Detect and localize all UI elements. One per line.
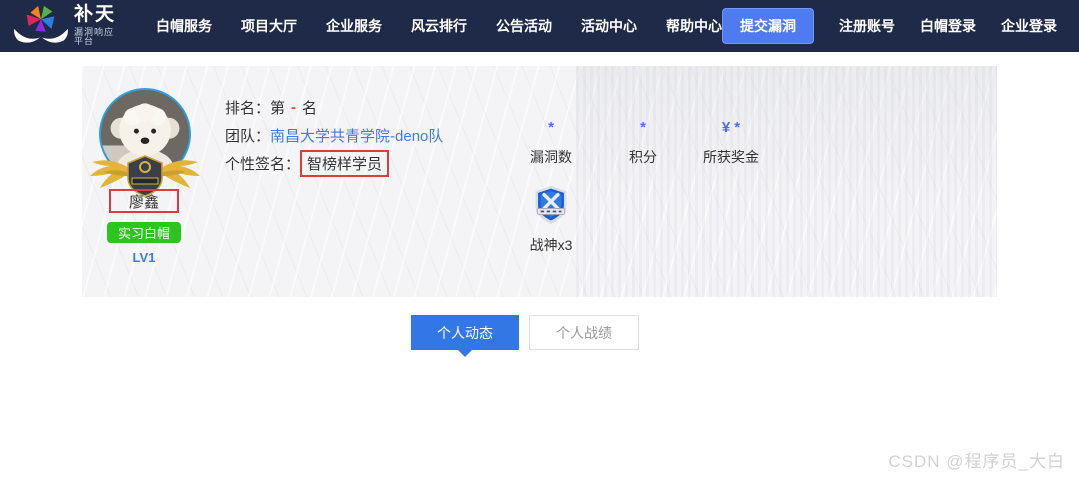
rank-value: - — [291, 98, 297, 116]
nav-item-announcements[interactable]: 公告活动 — [496, 16, 552, 36]
user-name: 廖鑫 — [109, 189, 179, 213]
nav-item-enterprise-services[interactable]: 企业服务 — [326, 16, 382, 36]
city-background-texture — [576, 66, 997, 297]
tab-personal-activity[interactable]: 个人动态 — [411, 315, 519, 350]
rank-suffix: 名 — [302, 99, 318, 117]
logo-subtitle: 漏洞响应平台 — [74, 26, 115, 47]
nav-item-help-center[interactable]: 帮助中心 — [666, 16, 722, 36]
nav-item-whitehat-services[interactable]: 白帽服务 — [156, 16, 212, 36]
tab-personal-record[interactable]: 个人战绩 — [529, 315, 639, 350]
rank-prefix: 第 — [270, 99, 286, 117]
stat-vulnerability-label: 漏洞数 — [530, 149, 572, 165]
team-label: 团队： — [225, 127, 271, 145]
signature-value: 智榜样学员 — [300, 149, 390, 177]
profile-card: 廖鑫 实习白帽 LV1 排名： 第 - 名 团队： 南昌大学共青学院-deno队… — [82, 66, 997, 297]
role-badge-intern-whitehat[interactable]: 实习白帽 — [107, 222, 181, 243]
main-nav: 白帽服务 项目大厅 企业服务 风云排行 公告活动 活动中心 帮助中心 — [156, 16, 722, 36]
stat-points-label: 积分 — [629, 149, 657, 165]
team-link[interactable]: 南昌大学共青学院-deno队 — [270, 125, 443, 146]
nav-item-activity-center[interactable]: 活动中心 — [581, 16, 637, 36]
stat-bounty-value: ¥ * — [685, 119, 777, 137]
stat-bounty-asterisk: * — [734, 119, 741, 136]
user-level: LV1 — [132, 250, 156, 265]
butian-logo[interactable]: 补天 漏洞响应平台 — [12, 4, 116, 48]
war-god-shield-badge-icon — [535, 186, 567, 224]
csdn-watermark: CSDN @程序员_大白 — [888, 452, 1065, 471]
yuan-currency-symbol: ¥ — [721, 119, 731, 136]
stat-vulnerability-value: * — [548, 119, 554, 136]
whitehat-login-link[interactable]: 白帽登录 — [920, 16, 976, 36]
register-account-link[interactable]: 注册账号 — [839, 16, 895, 36]
nav-item-project-hall[interactable]: 项目大厅 — [241, 16, 297, 36]
butian-star-hands-logo-icon — [12, 4, 70, 48]
war-god-medal[interactable]: 战神x3 — [505, 184, 597, 255]
profile-tabs: 个人动态 个人战绩 — [411, 315, 639, 350]
submit-vulnerability-button[interactable]: 提交漏洞 — [722, 8, 814, 44]
logo-title: 补天 — [74, 3, 117, 25]
rank-label: 排名： — [225, 99, 271, 117]
stat-vulnerability-count: * 漏洞数 — [505, 119, 597, 167]
avatar-column: 廖鑫 实习白帽 LV1 — [82, 66, 208, 297]
stat-points-value: * — [640, 119, 646, 136]
profile-info: 排名： 第 - 名 团队： 南昌大学共青学院-deno队 个性签名： 智榜样学员 — [225, 96, 443, 180]
rank-row: 排名： 第 - 名 — [225, 96, 443, 118]
stat-bounty-label: 所获奖金 — [703, 149, 759, 165]
nav-item-rankings[interactable]: 风云排行 — [411, 16, 467, 36]
signature-label: 个性签名： — [225, 155, 301, 173]
enterprise-login-link[interactable]: 企业登录 — [1001, 16, 1057, 36]
top-navbar: 补天 漏洞响应平台 白帽服务 项目大厅 企业服务 风云排行 公告活动 活动中心 … — [0, 0, 1079, 52]
team-row: 团队： 南昌大学共青学院-deno队 — [225, 124, 443, 146]
stat-bounty: ¥ * 所获奖金 — [685, 119, 777, 167]
signature-row: 个性签名： 智榜样学员 — [225, 149, 443, 177]
navbar-right-actions: 提交漏洞 注册账号 白帽登录 企业登录 — [722, 8, 1057, 44]
war-god-medal-label: 战神x3 — [529, 237, 573, 253]
stat-points: * 积分 — [597, 119, 689, 167]
